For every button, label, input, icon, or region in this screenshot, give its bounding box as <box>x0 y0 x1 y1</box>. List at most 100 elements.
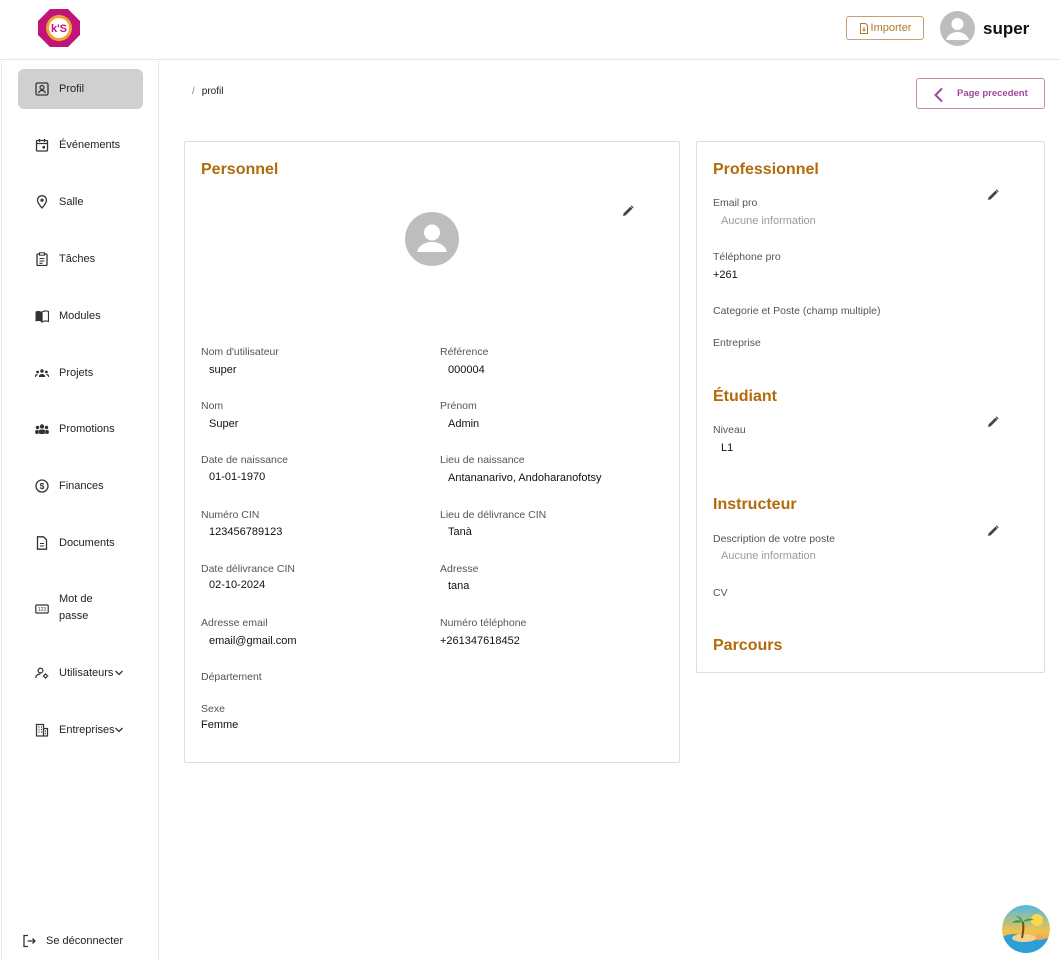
sidebar-item-finances[interactable]: $ Finances <box>18 466 143 506</box>
sidebar-item-projets[interactable]: Projets <box>18 353 143 393</box>
sidebar-item-mot-de-passe[interactable]: 123 Mot de passe <box>18 589 143 629</box>
document-icon <box>36 536 48 550</box>
sidebar-item-entreprises[interactable]: Entreprises <box>18 710 143 750</box>
email-pro-label: Email pro <box>713 197 758 209</box>
edit-pencil-icon[interactable] <box>987 189 999 201</box>
beach-island-icon <box>1002 905 1050 953</box>
logout-label: Se déconnecter <box>46 935 124 947</box>
sidebar-item-label: Événements <box>59 138 121 151</box>
lieu-naissance-label: Lieu de naissance <box>440 454 525 466</box>
sidebar-item-label: Documents <box>59 536 115 549</box>
student-section-title: Étudiant <box>713 388 777 405</box>
sidebar-item-label: Projets <box>59 366 94 379</box>
description-poste-label: Description de votre poste <box>713 533 835 545</box>
adresse-value: tana <box>448 580 470 592</box>
date-cin-label: Date délivrance CIN <box>201 563 295 575</box>
sidebar-item-label: Salle <box>59 195 84 208</box>
lieu-naissance-value: Antananarivo, Andoharanofotsy <box>448 472 602 484</box>
back-button[interactable]: Page precedent <box>916 78 1045 109</box>
nom-label: Nom <box>201 400 224 412</box>
email-pro-value: Aucune information <box>721 215 816 227</box>
telephone-label: Numéro téléphone <box>440 617 527 629</box>
personal-section-title: Personnel <box>201 161 279 178</box>
sexe-label: Sexe <box>201 703 225 715</box>
reference-label: Référence <box>440 346 489 358</box>
email-label: Adresse email <box>201 617 268 629</box>
person-icon <box>417 224 447 252</box>
profile-icon <box>35 82 49 96</box>
dollar-icon: $ <box>35 479 49 493</box>
group-icon <box>35 369 49 378</box>
username-value: super <box>209 364 237 376</box>
departement-label: Département <box>201 671 262 683</box>
sidebar: Profil Événements Salle Tâches Modules P… <box>1 61 159 961</box>
svg-text:$: $ <box>40 481 45 491</box>
categorie-label: Categorie et Poste (champ multiple) <box>713 305 881 317</box>
prenom-label: Prénom <box>440 400 477 412</box>
date-naissance-value: 01-01-1970 <box>209 471 266 483</box>
import-button[interactable]: Importer <box>846 16 924 40</box>
professional-card: Professionnel Email pro Aucune informati… <box>696 141 1045 673</box>
entreprise-label: Entreprise <box>713 337 761 349</box>
date-cin-value: 02-10-2024 <box>209 579 266 591</box>
professional-section-title: Professionnel <box>713 161 819 178</box>
sidebar-item-label: Profil <box>59 82 85 95</box>
cin-label: Numéro CIN <box>201 509 260 521</box>
lieu-cin-label: Lieu de délivrance CIN <box>440 509 547 521</box>
lieu-cin-value: Tanà <box>448 526 472 538</box>
chevron-down-icon <box>115 670 123 676</box>
sidebar-item-promotions[interactable]: Promotions <box>18 409 143 449</box>
groups-icon <box>35 424 49 434</box>
sidebar-item-profil[interactable]: Profil <box>18 69 143 109</box>
sidebar-item-label: Tâches <box>59 252 96 265</box>
clipboard-icon <box>36 252 48 266</box>
profile-photo[interactable] <box>405 212 459 266</box>
date-naissance-label: Date de naissance <box>201 454 288 466</box>
svg-text:123: 123 <box>38 607 47 613</box>
adresse-label: Adresse <box>440 563 479 575</box>
sidebar-item-salle[interactable]: Salle <box>18 182 143 222</box>
breadcrumb-current[interactable]: profil <box>202 86 224 97</box>
building-icon <box>35 723 49 737</box>
sidebar-item-documents[interactable]: Documents <box>18 523 143 563</box>
nom-value: Super <box>209 418 239 430</box>
app-logo[interactable]: k'S <box>36 7 82 49</box>
edit-pencil-icon[interactable] <box>987 525 999 537</box>
sexe-value: Femme <box>201 719 239 731</box>
back-button-label: Page precedent <box>957 88 1028 99</box>
email-value: email@gmail.com <box>209 635 297 647</box>
edit-pencil-icon[interactable] <box>622 205 634 217</box>
cin-value: 123456789123 <box>209 526 283 538</box>
chevron-left-icon <box>934 87 943 103</box>
top-bar: k'S Importer super <box>0 0 1060 60</box>
username-label: Nom d'utilisateur <box>201 346 279 358</box>
breadcrumb-separator: / <box>192 86 195 97</box>
person-icon <box>946 18 969 40</box>
calendar-icon <box>35 139 49 152</box>
instructor-section-title: Instructeur <box>713 496 797 513</box>
sidebar-item-evenements[interactable]: Événements <box>18 125 143 165</box>
sidebar-item-label: Entreprises <box>59 723 115 736</box>
user-name[interactable]: super <box>983 19 1029 39</box>
logout-button[interactable]: Se déconnecter <box>22 934 123 948</box>
sidebar-item-label: Modules <box>59 309 101 322</box>
personal-card: Personnel Nom d'utilisateur super Référe… <box>184 141 680 763</box>
sidebar-item-label: Utilisateurs <box>59 666 114 679</box>
sidebar-item-label: Promotions <box>59 422 115 435</box>
edit-pencil-icon[interactable] <box>987 416 999 428</box>
parcours-section-title: Parcours <box>713 637 783 654</box>
floating-assistant-button[interactable] <box>1002 905 1050 953</box>
sidebar-item-utilisateurs[interactable]: Utilisateurs <box>18 653 143 693</box>
telephone-value: +261347618452 <box>440 635 520 647</box>
chevron-down-icon <box>115 727 123 733</box>
description-poste-value: Aucune information <box>721 550 816 562</box>
svg-text:k'S: k'S <box>51 23 67 35</box>
prenom-value: Admin <box>448 418 480 430</box>
user-avatar[interactable] <box>940 11 975 46</box>
file-import-icon <box>859 22 868 34</box>
logout-icon <box>23 934 36 948</box>
sidebar-item-modules[interactable]: Modules <box>18 296 143 336</box>
sidebar-item-label: Mot de passe <box>59 593 93 622</box>
cv-label: CV <box>713 587 728 599</box>
sidebar-item-taches[interactable]: Tâches <box>18 239 143 279</box>
